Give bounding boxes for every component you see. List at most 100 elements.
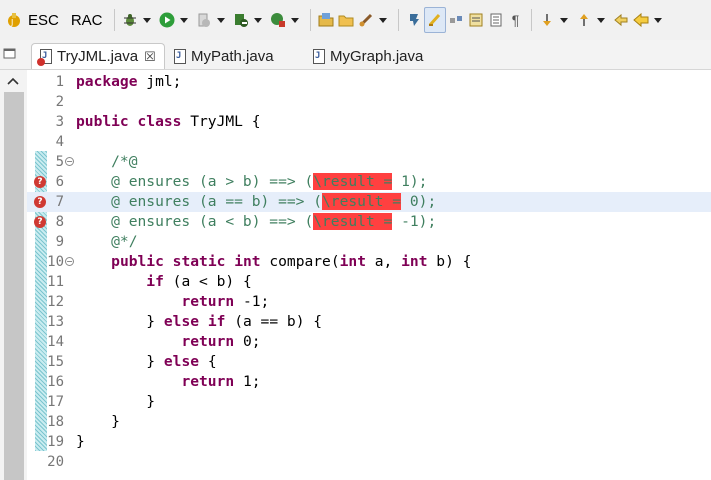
line-number: 2 — [55, 94, 64, 110]
code-line[interactable]: 4 — [27, 132, 711, 152]
code-token: a, — [365, 253, 402, 270]
code-line[interactable]: 13 } else if (a == b) { — [27, 312, 711, 332]
code-line[interactable]: ? 7 @ ensures (a == b) ==> (\result = 0); — [27, 192, 711, 212]
line-number: 17 — [47, 394, 64, 410]
toggle-occurrences-button[interactable] — [446, 8, 466, 32]
fold-icon[interactable]: − — [65, 257, 74, 266]
open-type-icon — [318, 13, 334, 27]
code-line[interactable]: 10− public static int compare(int a, int… — [27, 252, 711, 272]
line-number: 12 — [47, 294, 64, 310]
code-token: (a < b) { — [163, 273, 252, 290]
keyword: public — [76, 113, 129, 130]
toolbar-separator — [530, 9, 532, 31]
java-file-icon: J — [174, 48, 186, 64]
line-number: 18 — [47, 414, 64, 430]
code-token: 1); — [392, 173, 428, 190]
chevron-down-icon[interactable] — [253, 17, 262, 23]
line-number: 20 — [47, 454, 64, 470]
block-selection-button[interactable] — [466, 8, 486, 32]
occurrences-icon — [449, 16, 462, 23]
folder-icon — [338, 15, 354, 27]
code-line[interactable]: ? 6 @ ensures (a > b) ==> (\result = 1); — [27, 172, 711, 192]
code-line[interactable]: 1 package jml; — [27, 72, 711, 92]
tab-tryjml[interactable]: J TryJML.java ☒ — [31, 43, 165, 69]
code-line[interactable]: 11 if (a < b) { — [27, 272, 711, 292]
chevron-down-icon[interactable] — [559, 17, 568, 23]
code-text: return 1; — [76, 372, 260, 392]
chevron-down-icon[interactable] — [216, 17, 225, 23]
line-number: 1 — [55, 74, 64, 90]
open-folder-button[interactable] — [336, 8, 356, 32]
chevron-down-icon[interactable] — [179, 17, 188, 23]
run-button[interactable] — [157, 8, 194, 32]
keyword: if — [207, 313, 226, 330]
external-tools-button[interactable] — [194, 8, 231, 32]
debug-button[interactable] — [120, 8, 157, 32]
code-editor[interactable]: 1 package jml; 2 3 public class TryJML { 4 5− … — [27, 70, 711, 480]
chevron-down-icon[interactable] — [653, 17, 662, 23]
code-text: public class TryJML { — [76, 112, 261, 132]
previous-annotation-button[interactable] — [574, 8, 611, 32]
fold-icon[interactable]: − — [65, 157, 74, 166]
chevron-down-icon[interactable] — [290, 17, 299, 23]
code-line[interactable]: 9 @*/ — [27, 232, 711, 252]
toggle-highlight-button[interactable] — [423, 7, 446, 33]
code-line[interactable]: ? 8 @ ensures (a < b) ==> (\result = -1); — [27, 212, 711, 232]
new-java-project-button[interactable] — [231, 8, 268, 32]
chevron-down-icon[interactable] — [142, 17, 151, 23]
code-token: 0; — [234, 333, 261, 350]
code-token: } — [76, 433, 85, 450]
code-line[interactable]: 12 return -1; — [27, 292, 711, 312]
last-edit-icon — [613, 13, 628, 27]
chevron-down-icon[interactable] — [596, 17, 605, 23]
java-file-icon: J — [313, 48, 325, 64]
minimize-icon[interactable] — [3, 46, 17, 60]
code-line[interactable]: 17 } — [27, 392, 711, 412]
toggle-breadcrumb-button[interactable] — [404, 8, 424, 32]
line-number: 19 — [47, 434, 64, 450]
code-line[interactable]: 15 } else { — [27, 352, 711, 372]
show-whitespace-button[interactable]: ¶ — [506, 8, 526, 32]
code-line[interactable]: 2 — [27, 92, 711, 112]
svg-text:J: J — [10, 18, 13, 27]
code-line[interactable]: 19} — [27, 432, 711, 452]
code-line[interactable]: 5− /*@ — [27, 152, 711, 172]
tab-mypath[interactable]: J MyPath.java — [172, 43, 274, 69]
code-token: @ ensures (a < b) ==> ( — [76, 213, 314, 230]
close-icon[interactable]: ☒ — [144, 49, 156, 65]
next-annotation-button[interactable] — [537, 8, 574, 32]
open-type-button[interactable] — [316, 8, 336, 32]
new-java-class-button[interactable] — [268, 8, 305, 32]
code-line[interactable]: 20 — [27, 452, 711, 472]
code-token: { — [199, 353, 217, 370]
external-tools-icon — [198, 13, 210, 27]
tab-label: TryJML.java — [57, 48, 139, 65]
keyword: return — [181, 333, 235, 350]
code-text: return -1; — [76, 292, 269, 312]
code-token: jml; — [137, 73, 182, 90]
code-line[interactable]: 16 return 1; — [27, 372, 711, 392]
last-edit-location-button[interactable] — [611, 8, 631, 32]
code-text: @ ensures (a < b) ==> (\result = -1); — [76, 212, 436, 232]
rac-button[interactable]: RAC — [71, 8, 103, 32]
chevron-down-icon[interactable] — [378, 17, 387, 23]
line-number: 5 — [55, 154, 64, 170]
code-line[interactable]: 3 public class TryJML { — [27, 112, 711, 132]
esc-button[interactable]: ESC — [28, 8, 59, 32]
back-button[interactable] — [631, 8, 668, 32]
new-class-icon — [270, 13, 285, 27]
line-number: 11 — [47, 274, 64, 290]
code-line[interactable]: 18 } — [27, 412, 711, 432]
tools-button[interactable] — [356, 8, 393, 32]
show-source-button[interactable] — [486, 8, 506, 32]
chevron-up-icon[interactable] — [6, 76, 20, 86]
openjml-icon[interactable]: J — [6, 8, 22, 32]
tab-mygraph[interactable]: J MyGraph.java — [311, 43, 423, 69]
line-number: 6 — [55, 174, 64, 190]
keyword: else — [163, 353, 200, 370]
keyword: static — [172, 253, 226, 270]
code-line[interactable]: 14 return 0; — [27, 332, 711, 352]
scrollbar[interactable] — [4, 92, 24, 480]
code-text: @ ensures (a > b) ==> (\result = 1); — [76, 172, 427, 192]
line-number: 4 — [55, 134, 64, 150]
